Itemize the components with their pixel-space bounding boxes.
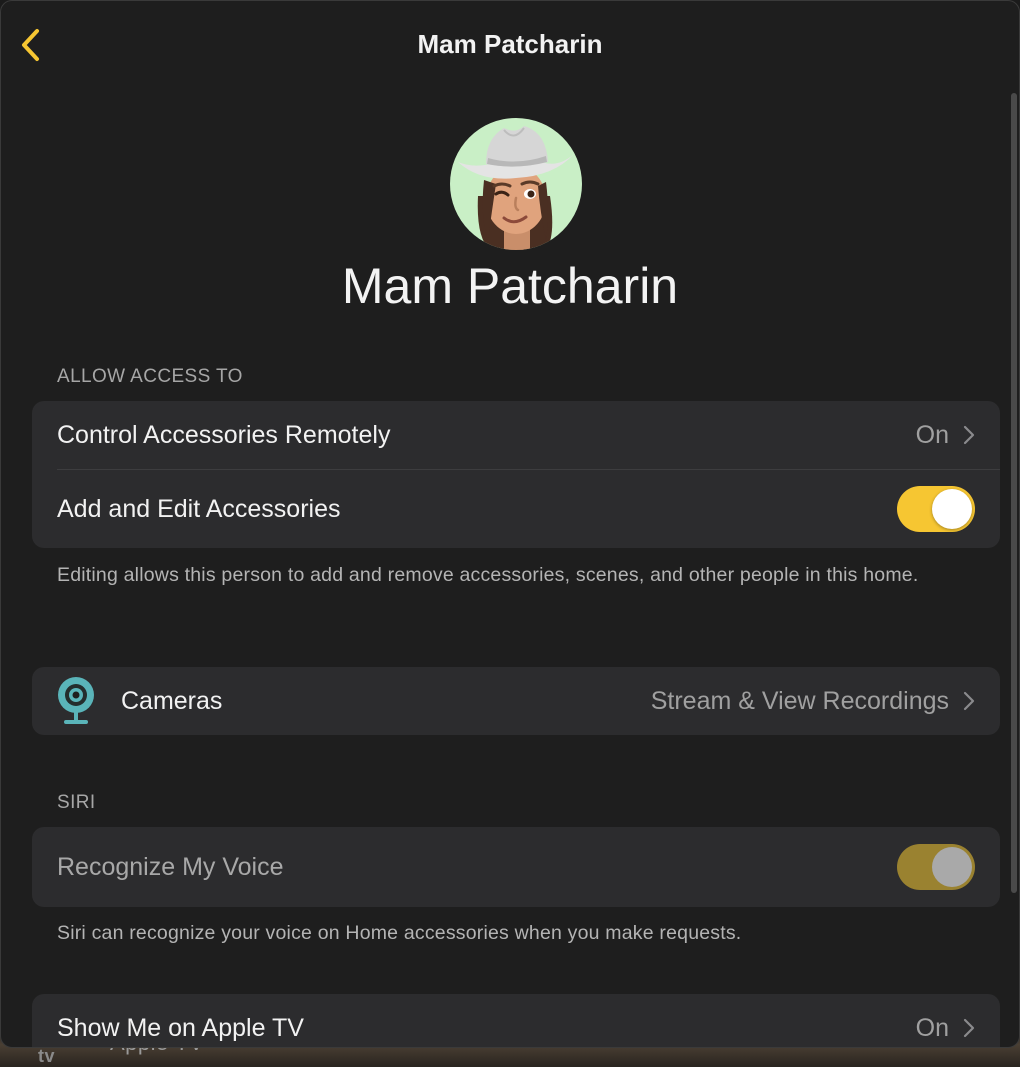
person-name: Mam Patcharin (341, 258, 679, 314)
apple-tv-logo-text: tv (38, 1046, 56, 1066)
toggle-knob (932, 489, 972, 529)
add-edit-accessories-toggle[interactable] (897, 486, 975, 532)
show-on-apple-tv-value: On (915, 1013, 949, 1042)
show-on-apple-tv-label: Show Me on Apple TV (57, 1013, 304, 1042)
recognize-voice-toggle[interactable] (897, 844, 975, 890)
cameras-row[interactable]: Cameras Stream & View Recordings (32, 667, 1000, 735)
editing-footnote: Editing allows this person to add and re… (57, 564, 919, 586)
siri-footnote: Siri can recognize your voice on Home ac… (57, 922, 742, 944)
siri-group: Recognize My Voice (32, 827, 1000, 907)
camera-icon (58, 677, 94, 724)
apple-tv-group: Show Me on Apple TV On (32, 994, 1000, 1047)
toggle-knob (932, 847, 972, 887)
avatar (450, 118, 582, 250)
control-remotely-label: Control Accessories Remotely (57, 420, 391, 449)
navigation-bar: Mam Patcharin (1, 1, 1019, 87)
memoji-avatar-icon (458, 126, 574, 250)
scrollbar[interactable] (1011, 93, 1017, 893)
add-edit-accessories-label: Add and Edit Accessories (57, 494, 341, 523)
show-on-apple-tv-row[interactable]: Show Me on Apple TV On (32, 994, 1000, 1047)
chevron-right-icon (963, 691, 975, 711)
control-remotely-value: On (915, 420, 949, 449)
chevron-right-icon (963, 425, 975, 445)
page-title: Mam Patcharin (417, 29, 603, 59)
section-header-siri: SIRI (57, 792, 96, 813)
cameras-group: Cameras Stream & View Recordings (32, 667, 1000, 735)
cameras-value: Stream & View Recordings (650, 686, 949, 715)
chevron-right-icon (963, 1018, 975, 1038)
recognize-voice-row: Recognize My Voice (32, 827, 1000, 907)
recognize-voice-label: Recognize My Voice (57, 852, 284, 881)
cameras-label: Cameras (121, 686, 223, 715)
section-header-allow-access: ALLOW ACCESS TO (57, 366, 243, 387)
background-apple-tv-tile: tv Apple TV (38, 1030, 204, 1067)
control-remotely-row[interactable]: Control Accessories Remotely On (32, 401, 1000, 469)
add-edit-accessories-row: Add and Edit Accessories (32, 470, 1000, 548)
person-settings-sheet: Mam Patcharin Mam Patcharin ALLOW ACCESS… (0, 0, 1020, 1048)
access-group: Control Accessories Remotely On Add and … (32, 401, 1000, 548)
apple-tv-logo-icon: tv (38, 1046, 55, 1066)
